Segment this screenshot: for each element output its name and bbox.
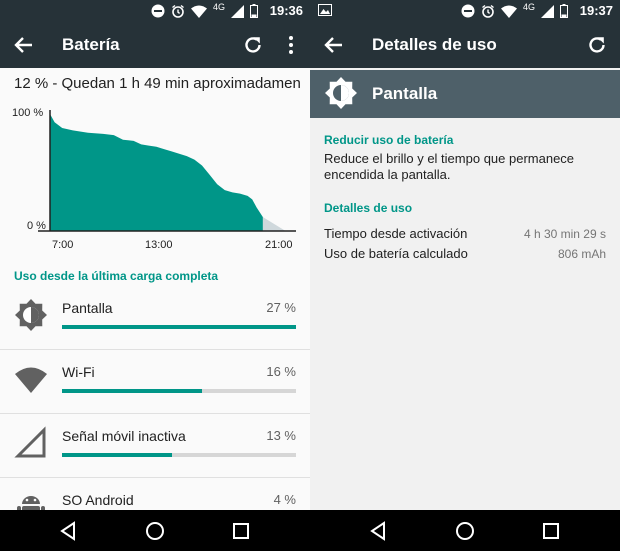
wifi-icon [15,367,47,393]
wifi-status-icon [500,5,517,18]
detail-row: Tiempo desde activación 4 h 30 min 29 s [324,226,606,244]
usage-section-label: Uso desde la última carga completa [14,269,219,283]
alarm-icon [482,4,494,18]
nav-home-icon[interactable] [454,520,476,542]
back-arrow-icon[interactable] [12,34,36,56]
usage-item-percent: 27 % [266,300,296,315]
usage-progress-fill [62,389,203,393]
network-type-label: 4G [212,2,225,12]
app-toolbar: Batería [0,22,310,68]
usage-progress-fill [62,325,296,329]
x-tick-label: 13:00 [145,239,173,251]
signal-icon [231,4,244,18]
usage-details-heading: Detalles de uso [324,201,413,215]
usage-item-name: Wi-Fi [62,364,95,380]
usage-progress-track [62,389,296,393]
brightness-icon [325,77,357,109]
battery-level-area [50,114,263,231]
usage-item-wifi[interactable]: Wi-Fi 16 % [0,350,310,414]
nav-back-icon[interactable] [58,520,80,542]
nav-home-icon[interactable] [144,520,166,542]
usage-item-name: SO Android [62,492,134,508]
y-tick-label: 0 % [27,220,46,232]
status-bar: 4G 19:37 [310,0,620,22]
refresh-icon[interactable] [242,34,264,56]
usage-progress-track [62,453,296,457]
usage-progress-fill [62,453,172,457]
usage-item-name: Señal móvil inactiva [62,428,186,444]
reduce-usage-text[interactable]: Reduce el brillo y el tiempo que permane… [324,151,606,183]
detail-label: Tiempo desde activación [324,226,468,241]
reduce-usage-heading: Reducir uso de batería [324,133,454,147]
do-not-disturb-icon [151,4,165,18]
status-time: 19:37 [579,3,613,18]
app-header: Pantalla [310,70,620,118]
cell-signal-icon [14,426,46,458]
y-tick-label: 100 % [12,107,43,119]
battery-status-icon [560,4,568,18]
usage-item-percent: 4 % [273,492,296,507]
navigation-bar [0,510,310,551]
do-not-disturb-icon [461,4,475,18]
signal-icon [541,4,554,18]
nav-recents-icon[interactable] [540,520,562,542]
page-title: Batería [62,35,120,54]
nav-recents-icon[interactable] [230,520,252,542]
usage-item-percent: 13 % [266,428,296,443]
app-name: Pantalla [372,84,438,103]
refresh-icon[interactable] [586,34,608,56]
x-tick-label: 21:00 [265,239,293,251]
status-bar: 4G 19:36 [0,0,310,22]
navigation-bar [310,510,620,551]
battery-status-icon [250,4,258,18]
page-title: Detalles de uso [372,35,497,54]
status-icons: 4G [151,2,258,19]
app-toolbar: Detalles de uso [310,22,620,68]
battery-summary: 12 % - Quedan 1 h 49 min aproximadamente [14,75,300,92]
overflow-menu-icon[interactable] [286,34,296,56]
gallery-notification-icon [318,4,332,16]
nav-back-icon[interactable] [368,520,390,542]
x-tick-label: 7:00 [52,239,73,251]
detail-label: Uso de batería calculado [324,246,468,261]
usage-item-pantalla[interactable]: Pantalla 27 % [0,286,310,350]
usage-progress-track [62,325,296,329]
usage-item-cell-standby[interactable]: Señal móvil inactiva 13 % [0,414,310,478]
detail-value: 806 mAh [557,247,606,261]
battery-history-chart[interactable]: 100 % 0 % 7:00 13:00 21:00 [0,100,310,260]
status-icons: 4G [461,2,568,19]
detail-value: 4 h 30 min 29 s [523,227,606,241]
battery-screen: 4G 19:36 Batería 12 % - Quedan 1 h 49 mi… [0,0,310,551]
wifi-status-icon [190,5,207,18]
brightness-icon [15,299,47,331]
usage-item-percent: 16 % [266,364,296,379]
detail-row: Uso de batería calculado 806 mAh [324,246,606,264]
status-time: 19:36 [269,3,303,18]
usage-item-name: Pantalla [62,300,113,316]
network-type-label: 4G [522,2,535,12]
alarm-icon [172,4,184,18]
back-arrow-icon[interactable] [322,34,346,56]
usage-details-screen: 4G 19:37 Detalles de uso Pantalla Reduci… [310,0,620,551]
